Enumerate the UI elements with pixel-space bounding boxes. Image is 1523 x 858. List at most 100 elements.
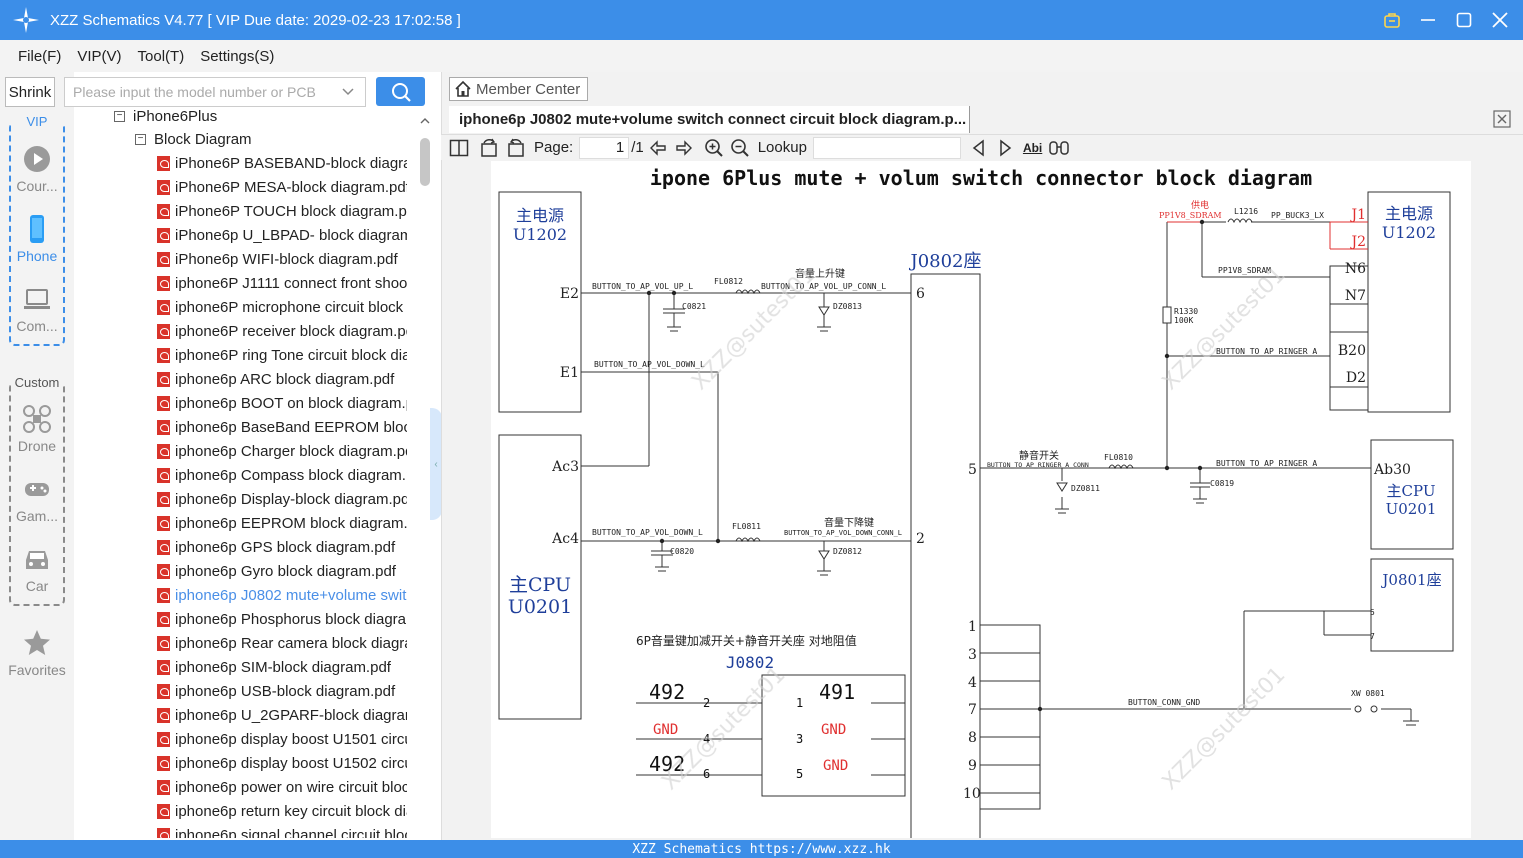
file-item[interactable]: iphone6P receiver block diagram.pdf [157, 319, 407, 343]
lookup-input[interactable] [812, 136, 961, 159]
file-item[interactable]: iPhone6P BASEBAND-block diagram.pdf [157, 151, 407, 175]
file-tree: − iPhone6Plus − Block Diagram iPhone6P B… [74, 108, 432, 838]
file-item[interactable]: iphone6p Rear camera block diagram.pdf [157, 631, 407, 655]
file-item[interactable]: iphone6p J0802 mute+volume switch connec… [157, 583, 407, 607]
xzz-logo-icon [13, 7, 39, 33]
file-item[interactable]: iphone6p display boost U1501 circuit blo… [157, 727, 407, 751]
file-item[interactable]: iphone6p Charger block diagram.pdf [157, 439, 407, 463]
chip-pin-1: 1 [796, 696, 803, 710]
page-input[interactable]: 1 [579, 136, 630, 159]
file-item[interactable]: iPhone6P TOUCH block diagram.pdf [157, 199, 407, 223]
file-item-label: iphone6p ARC block diagram.pdf [175, 370, 395, 388]
file-item[interactable]: iphone6P microphone circuit block diagra… [157, 295, 407, 319]
rotate-right-icon[interactable] [506, 138, 526, 158]
tree-node-label: Block Diagram [154, 130, 252, 148]
file-item[interactable]: iPhone6P MESA-block diagram.pdf [157, 175, 407, 199]
zoom-in-icon[interactable] [704, 138, 724, 158]
file-item[interactable]: iphone6p power on wire circuit block dia… [157, 775, 407, 799]
menu-tool[interactable]: Tool(T) [138, 48, 185, 65]
main-power-label-left: 主电源 [516, 206, 564, 225]
chevron-down-icon[interactable] [341, 84, 355, 98]
resistance-table-caption: 6P音量键加减开关+静音开关座 对地阻值 [636, 633, 857, 648]
tree-scroll-thumb[interactable] [420, 138, 430, 186]
minimize-icon[interactable] [1417, 9, 1439, 31]
file-item-label: iphone6p display boost U1501 circuit blo… [175, 730, 407, 748]
zoom-out-icon[interactable] [730, 138, 750, 158]
file-item[interactable]: iphone6p ARC block diagram.pdf [157, 367, 407, 391]
file-item[interactable]: iphone6p Display-block diagram.pdf [157, 487, 407, 511]
file-item[interactable]: iphone6p Compass block diagram.pdf [157, 463, 407, 487]
pin-n6: N6 [1345, 261, 1366, 277]
schematic-page[interactable]: ipone 6Plus mute + volum switch connecto… [491, 161, 1471, 838]
pin-e2: E2 [560, 286, 579, 302]
file-item[interactable]: iphone6p BOOT on block diagram.pdf [157, 391, 407, 415]
pdf-file-icon [157, 755, 170, 771]
file-item[interactable]: iphone6p SIM-block diagram.pdf [157, 655, 407, 679]
find-prev-icon[interactable] [971, 138, 987, 157]
file-item-label: iphone6p power on wire circuit block dia… [175, 778, 407, 796]
close-icon[interactable] [1489, 9, 1511, 31]
part-c0819: C0819 [1210, 479, 1234, 488]
file-item[interactable]: iphone6p signal channel circuit block di… [157, 823, 407, 838]
collapse-toggle[interactable]: − [114, 110, 125, 122]
close-tab-icon[interactable] [1493, 110, 1511, 128]
nav-item-courses[interactable]: Cour... [11, 144, 63, 194]
file-item[interactable]: iphone6p BaseBand EEPROM block diagram.p… [157, 415, 407, 439]
nav-item-computer[interactable]: Com... [11, 284, 63, 334]
file-item[interactable]: iphone6p Phosphorus block diagram.pdf [157, 607, 407, 631]
collapse-toggle[interactable]: − [135, 133, 146, 145]
match-case-button[interactable]: Abi [1023, 141, 1042, 155]
chip-pin-6: 6 [703, 767, 710, 781]
nav-item-phone[interactable]: Phone [11, 214, 63, 264]
file-item[interactable]: iphone6p Gyro block diagram.pdf [157, 559, 407, 583]
file-item[interactable]: iphone6p GPS block diagram.pdf [157, 535, 407, 559]
nav-item-drone[interactable]: Drone [11, 404, 63, 454]
part-r1330-value: 100K [1174, 316, 1193, 325]
file-item-label: iphone6p GPS block diagram.pdf [175, 538, 396, 556]
menu-vip[interactable]: VIP(V) [77, 48, 121, 65]
next-page-icon[interactable] [674, 138, 694, 158]
file-item-label: iphone6p BOOT on block diagram.pdf [175, 394, 407, 412]
file-item[interactable]: iPhone6p WIFI-block diagram.pdf [157, 247, 407, 271]
pdf-file-icon [157, 443, 170, 459]
thumbnail-panel-icon[interactable] [449, 138, 469, 158]
file-item[interactable]: iphone6P J1111 connect front shoot circu… [157, 271, 407, 295]
find-next-icon[interactable] [997, 138, 1013, 157]
file-item[interactable]: iphone6P ring Tone circuit block diagram… [157, 343, 407, 367]
menu-settings[interactable]: Settings(S) [200, 48, 274, 65]
nav-item-game[interactable]: Gam... [11, 474, 63, 524]
custom-group: Custom Drone Gam... Car [9, 375, 65, 606]
j0801-seat-label: J0801座 [1380, 571, 1441, 589]
file-item[interactable]: iphone6p return key circuit block diagra… [157, 799, 407, 823]
file-item[interactable]: iphone6p EEPROM block diagram.pdf [157, 511, 407, 535]
pdf-file-icon [157, 659, 170, 675]
laptop-icon [24, 289, 50, 309]
document-tab[interactable]: iphone6p J0802 mute+volume switch connec… [449, 106, 970, 133]
scroll-up-icon[interactable] [418, 114, 432, 128]
vip-bag-icon[interactable] [1381, 9, 1403, 31]
pdf-file-icon [157, 707, 170, 723]
menu-file[interactable]: File(F) [18, 48, 61, 65]
nav-item-favorites[interactable]: Favorites [0, 628, 74, 678]
pin-b20: B20 [1338, 343, 1366, 359]
search-input[interactable]: Please input the model number or PCB [64, 77, 366, 107]
file-item-label: iphone6p Compass block diagram.pdf [175, 466, 407, 484]
file-item-label: iphone6p Gyro block diagram.pdf [175, 562, 396, 580]
member-center-button[interactable]: Member Center [449, 77, 588, 101]
chip-pin-2: 2 [703, 696, 710, 710]
maximize-icon[interactable] [1453, 9, 1475, 31]
file-item[interactable]: iPhone6p U_LBPAD- block diagram.pdf [157, 223, 407, 247]
binoculars-icon[interactable] [1048, 139, 1070, 157]
tree-node-folder[interactable]: − Block Diagram [135, 127, 252, 151]
file-item[interactable]: iphone6p USB-block diagram.pdf [157, 679, 407, 703]
prev-page-icon[interactable] [648, 138, 668, 158]
file-item[interactable]: iphone6p display boost U1502 circuit blo… [157, 751, 407, 775]
rotate-left-icon[interactable] [479, 138, 499, 158]
tree-node-model[interactable]: − iPhone6Plus [114, 108, 217, 128]
pin-ac4: Ac4 [551, 531, 579, 547]
search-button[interactable] [376, 77, 425, 106]
shrink-button[interactable]: Shrink [5, 77, 55, 107]
nav-item-car[interactable]: Car [11, 544, 63, 594]
home-icon [455, 80, 471, 97]
file-item[interactable]: iphone6p U_2GPARF-block diagram.pdf [157, 703, 407, 727]
